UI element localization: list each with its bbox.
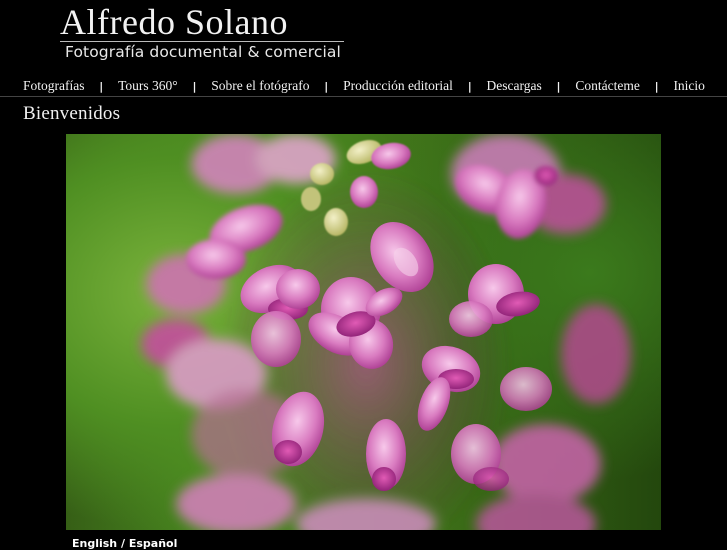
nav-item-contacteme[interactable]: Contácteme bbox=[575, 78, 639, 94]
nav-separator: | bbox=[324, 79, 329, 93]
featured-photo bbox=[66, 134, 661, 530]
lang-english-link[interactable]: English bbox=[72, 537, 117, 550]
nav-item-tours-360[interactable]: Tours 360° bbox=[118, 78, 178, 94]
title-divider bbox=[60, 41, 344, 42]
nav-divider bbox=[0, 96, 727, 97]
lang-separator: / bbox=[120, 537, 126, 550]
nav-item-sobre-el-fotografo[interactable]: Sobre el fotógrafo bbox=[211, 78, 309, 94]
page-title: Bienvenidos bbox=[23, 103, 121, 124]
nav-separator: | bbox=[556, 79, 561, 93]
nav-separator: | bbox=[192, 79, 197, 93]
main-nav: Fotografías | Tours 360° | Sobre el fotó… bbox=[0, 76, 727, 96]
nav-item-fotografias[interactable]: Fotografías bbox=[23, 78, 85, 94]
lang-spanish-link[interactable]: Español bbox=[129, 537, 178, 550]
language-switcher: English / Español bbox=[72, 537, 177, 550]
nav-separator: | bbox=[654, 79, 659, 93]
nav-item-produccion-editorial[interactable]: Producción editorial bbox=[343, 78, 453, 94]
nav-item-descargas[interactable]: Descargas bbox=[487, 78, 542, 94]
site-subtitle: Fotografía documental & comercial bbox=[65, 43, 341, 61]
nav-separator: | bbox=[99, 79, 104, 93]
nav-item-inicio[interactable]: Inicio bbox=[673, 78, 705, 94]
nav-separator: | bbox=[467, 79, 472, 93]
orchid-illustration bbox=[141, 134, 631, 530]
site-title[interactable]: Alfredo Solano bbox=[60, 2, 288, 42]
